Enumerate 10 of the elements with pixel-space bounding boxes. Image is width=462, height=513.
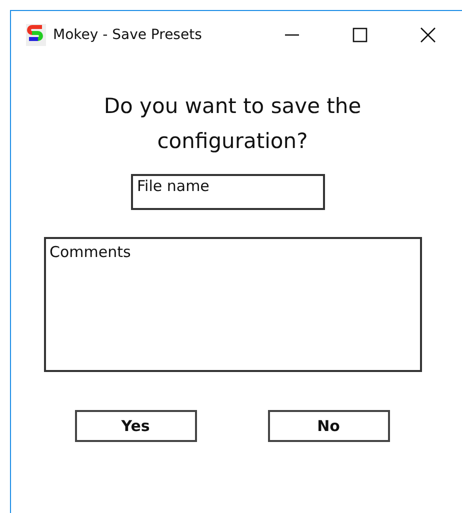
comments-field[interactable]: Comments xyxy=(44,237,422,372)
yes-button[interactable]: Yes xyxy=(74,410,196,442)
question-text: Do you want to save the configuration? xyxy=(102,93,362,155)
no-button[interactable]: No xyxy=(268,410,390,442)
maximize-icon xyxy=(352,27,368,43)
app-logo-icon xyxy=(26,24,46,46)
minimize-icon xyxy=(284,34,300,36)
close-icon xyxy=(420,27,436,43)
file-name-field[interactable]: File name xyxy=(131,174,325,210)
window-title: Mokey - Save Presets xyxy=(53,27,203,43)
